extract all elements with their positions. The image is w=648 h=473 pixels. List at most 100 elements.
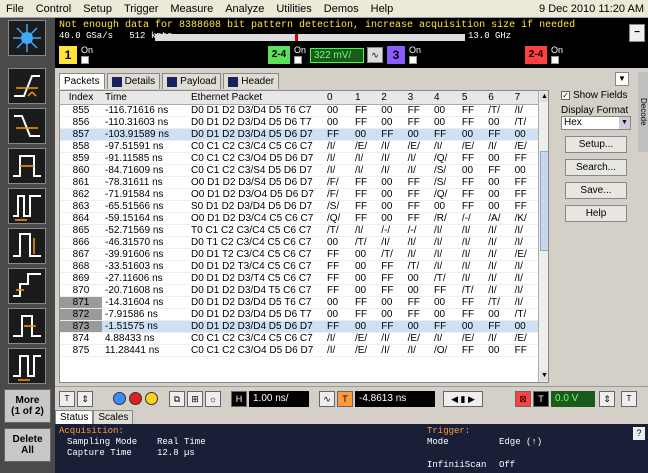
scrollbar-thumb[interactable] — [540, 151, 548, 251]
channel-3-button[interactable]: 3 — [387, 46, 405, 64]
menu-file[interactable]: File — [0, 0, 30, 18]
panel-menu-button[interactable]: ▼ — [615, 72, 629, 86]
scroll-down-arrow[interactable]: ▼ — [540, 371, 548, 381]
table-row[interactable]: 862 -71.91584 ns O0 D1 D2 D3/O4 D5 D6 D7/F… — [60, 188, 538, 201]
tab-status[interactable]: Status — [55, 410, 94, 424]
horizontal-adjust-icon[interactable]: ⇕ — [77, 391, 93, 407]
timebase-position-marker[interactable] — [295, 34, 298, 41]
trigger-level-stepper[interactable]: ⇕ — [599, 391, 615, 407]
save-button[interactable]: Save... — [565, 182, 627, 199]
falling-edge-trigger-button[interactable] — [8, 108, 46, 144]
table-row[interactable]: 860 -84.71609 ns C0 C1 C2 C3/S4 D5 D6 D7/I… — [60, 164, 538, 177]
pattern-trigger-button[interactable] — [8, 348, 46, 384]
channel-1-button[interactable]: 1 — [59, 46, 77, 64]
show-fields-option[interactable]: ✓ Show Fields — [561, 90, 641, 101]
col-index[interactable]: Index — [60, 91, 102, 105]
channel-4-checkbox[interactable] — [551, 56, 559, 64]
trigger-source-icon[interactable]: ⊠ — [515, 391, 531, 407]
tab-packets[interactable]: Packets — [59, 73, 105, 89]
table-row[interactable]: 874 4.88433 ns C0 C1 C2 C3/C4 C5 C6 C7/I//… — [60, 332, 538, 345]
channel-2-scale-input[interactable]: 322 mV/ — [310, 48, 364, 63]
col-time[interactable]: Time — [102, 91, 188, 105]
brightness-icon[interactable]: ☼ — [205, 391, 221, 407]
display-mode-icon[interactable]: ⊞ — [187, 391, 203, 407]
channel-1-checkbox[interactable] — [81, 56, 89, 64]
channel-2-checkbox[interactable] — [294, 56, 302, 64]
table-row[interactable]: 868 -33.51603 ns D0 D1 D2 T3/C4 C5 C6 C7 FF… — [60, 260, 538, 273]
more-button[interactable]: More (1 of 2) — [4, 389, 51, 423]
table-row[interactable]: 870 -20.71608 ns D0 D1 D2 D3/D4 T5 C6 C7 FF… — [60, 284, 538, 297]
delay-input[interactable]: -4.8613 ns — [355, 391, 435, 407]
col-ethernet-packet[interactable]: Ethernet Packet — [188, 91, 324, 105]
menu-control[interactable]: Control — [30, 0, 77, 18]
table-row[interactable]: 861 -78.31611 ns O0 D1 D2 D3/S4 D5 D6 D7/F… — [60, 176, 538, 189]
menu-trigger[interactable]: Trigger — [118, 0, 164, 18]
app-logo-button[interactable] — [8, 20, 46, 56]
table-row[interactable]: 857 -103.91589 ns D0 D1 D2 D3/D4 D5 D6 D7 F… — [60, 128, 538, 141]
fine-adjust-icon[interactable]: ∿ — [319, 391, 335, 407]
table-row[interactable]: 875 11.28441 ns C0 C1 C2 C3/O4 D5 D6 D7/I/… — [60, 344, 538, 357]
menu-demos[interactable]: Demos — [318, 0, 365, 18]
table-row[interactable]: 863 -65.51566 ns S0 D1 D2 D3/D4 D5 D6 D7/S… — [60, 200, 538, 213]
table-row[interactable]: 864 -59.15164 ns O0 D1 D2 D3/C4 C5 C6 C7/Q… — [60, 212, 538, 225]
table-row[interactable]: 855 -116.71616 ns D0 D1 D2 D3/D4 D5 T6 C7 0… — [60, 104, 538, 117]
help-button[interactable]: Help — [565, 205, 627, 222]
table-row[interactable]: 873 -1.51575 ns D0 D1 D2 D3/D4 D5 D6 D7 FF 0… — [60, 320, 538, 333]
table-row[interactable]: 872 -7.91586 ns D0 D1 D2 D3/D4 D5 D6 T7 00 F… — [60, 308, 538, 321]
runt-trigger-button[interactable] — [8, 228, 46, 264]
table-row[interactable]: 865 -52.71569 ns T0 C1 C2 C3/C4 C5 C6 C7/T… — [60, 224, 538, 237]
cell-byte: 00 — [324, 296, 352, 309]
waveform-invert-icon[interactable]: ∿ — [367, 47, 383, 63]
col-byte-3[interactable]: 3 — [404, 91, 431, 105]
col-byte-5[interactable]: 5 — [458, 91, 486, 105]
table-row[interactable]: 858 -97.51591 ns C0 C1 C2 C3/C4 C5 C6 C7/I… — [60, 140, 538, 153]
scroll-up-arrow[interactable]: ▲ — [540, 92, 548, 102]
delay-stepper[interactable]: ◀ ▮ ▶ — [443, 391, 483, 407]
pulse-width-button[interactable] — [8, 148, 46, 184]
delete-all-button[interactable]: Delete All — [4, 428, 51, 462]
menu-help[interactable]: Help — [365, 0, 400, 18]
channel-4-button[interactable]: 2-4 — [525, 46, 547, 64]
window-trigger-button[interactable] — [8, 268, 46, 304]
table-row[interactable]: 866 -46.31570 ns D0 T1 C2 C3/C4 C5 C6 C7 00… — [60, 236, 538, 249]
menu-utilities[interactable]: Utilities — [270, 0, 317, 18]
col-byte-4[interactable]: 4 — [430, 91, 459, 105]
col-byte-1[interactable]: 1 — [351, 91, 379, 105]
display-format-select[interactable]: Hex ▼ — [561, 116, 631, 130]
timebase-input[interactable]: 1.00 ns/ — [249, 391, 309, 407]
autoscale-icon[interactable]: ⧉ — [169, 391, 185, 407]
timebase-overview-bar[interactable] — [155, 34, 465, 41]
single-indicator-icon[interactable] — [145, 392, 158, 405]
channel-2-button[interactable]: 2-4 — [268, 46, 290, 64]
table-row[interactable]: 871 -14.31604 ns D0 D1 D2 D3/D4 D5 T6 C7 00… — [60, 296, 538, 309]
tab-details[interactable]: Details — [106, 73, 161, 89]
trigger-level-input[interactable]: 0.0 V — [551, 391, 595, 407]
menu-setup[interactable]: Setup — [77, 0, 118, 18]
status-help-button[interactable]: ? — [633, 427, 645, 440]
menu-analyze[interactable]: Analyze — [219, 0, 270, 18]
trigger-marker-icon[interactable]: T — [59, 391, 75, 407]
col-byte-7[interactable]: 7 — [511, 91, 538, 105]
rising-edge-trigger-button[interactable] — [8, 68, 46, 104]
table-scrollbar[interactable]: ▲ ▼ — [538, 91, 548, 382]
table-row[interactable]: 856 -110.31603 ns D0 D1 D2 D3/D4 D5 D6 T7 0… — [60, 116, 538, 129]
table-row[interactable]: 869 -27.11606 ns D0 D1 D2 D3/T4 C5 C6 C7 FF… — [60, 272, 538, 285]
search-button[interactable]: Search... — [565, 159, 627, 176]
show-fields-checkbox[interactable]: ✓ — [561, 91, 570, 100]
col-byte-2[interactable]: 2 — [378, 91, 405, 105]
timeout-trigger-button[interactable] — [8, 308, 46, 344]
col-byte-6[interactable]: 6 — [485, 91, 512, 105]
table-row[interactable]: 859 -91.11585 ns C0 C1 C2 C3/O4 D5 D6 D7/I… — [60, 152, 538, 165]
tab-payload[interactable]: Payload — [162, 73, 222, 89]
tab-scales[interactable]: Scales — [93, 410, 134, 424]
col-byte-0[interactable]: 0 — [324, 91, 352, 105]
menu-measure[interactable]: Measure — [164, 0, 219, 18]
setup-button[interactable]: Setup... — [565, 136, 627, 153]
table-row[interactable]: 867 -39.91606 ns D0 D1 T2 C3/C4 C5 C6 C7 FF… — [60, 248, 538, 261]
run-indicator-icon[interactable] — [113, 392, 126, 405]
minimize-button[interactable]: − — [629, 24, 645, 42]
glitch-trigger-button[interactable] — [8, 188, 46, 224]
tab-header[interactable]: Header — [223, 73, 280, 89]
stop-indicator-icon[interactable] — [129, 392, 142, 405]
channel-3-checkbox[interactable] — [409, 56, 417, 64]
